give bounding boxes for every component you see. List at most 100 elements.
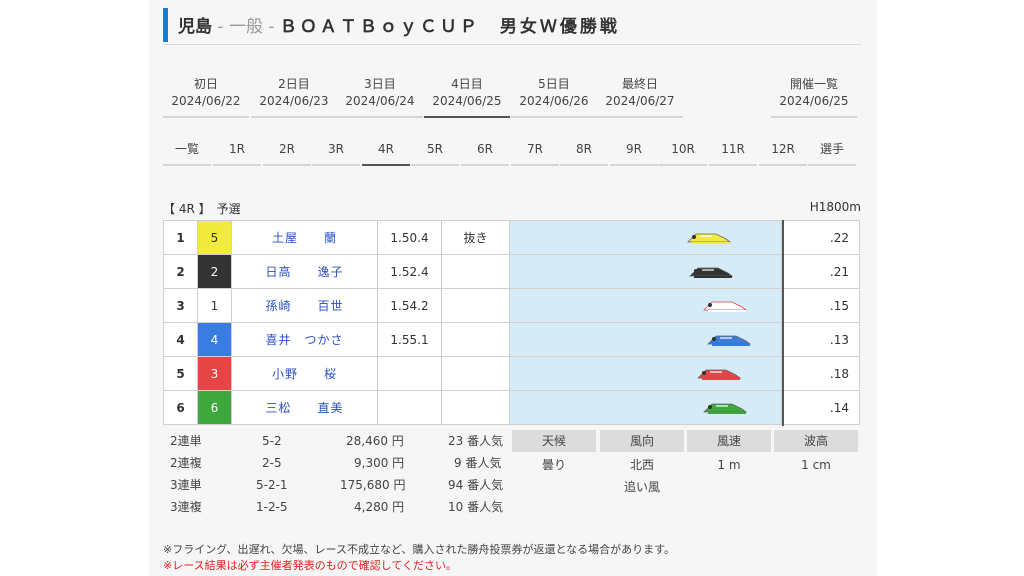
result-table: 1 5 土屋 蘭 1.50.4 抜き .22 2 2 日高 逸子 1.52.4.21 3 1 孫崎 百世…: [163, 220, 860, 425]
day-tab-2[interactable]: 2日目 2024/06/23: [251, 76, 337, 118]
finish-line: [782, 220, 784, 426]
finish-position: 6: [163, 390, 198, 425]
day-tab-date: 2024/06/25: [779, 94, 849, 108]
race-tab-9r[interactable]: 9R: [610, 136, 658, 166]
racer-name-link[interactable]: 日高 逸子: [231, 254, 378, 289]
race-tab-racers[interactable]: 選手: [808, 136, 856, 166]
day-tab-label: 最終日: [621, 77, 658, 91]
odds-popularity: 10 番人気: [448, 500, 504, 514]
race-tab-7r[interactable]: 7R: [511, 136, 559, 166]
odds-combo: 5-2: [262, 434, 282, 448]
race-time: 1.50.4: [377, 220, 442, 255]
racer-name-link[interactable]: 三松 直美: [231, 390, 378, 425]
race-header: 【 4R 】 予選 H1800m: [163, 200, 861, 216]
day-tab-label: 開催一覧: [789, 77, 838, 91]
race-tab-2r[interactable]: 2R: [263, 136, 311, 166]
race-track-lane: [509, 390, 782, 425]
title-separator: -: [212, 17, 229, 37]
race-time: 1.55.1: [377, 322, 442, 357]
result-row: 2 2 日高 逸子 1.52.4.21: [163, 254, 860, 289]
odds-popularity: 94 番人気: [448, 478, 504, 492]
wave-height-value: 1 cm: [801, 458, 831, 472]
race-tab-5r[interactable]: 5R: [411, 136, 459, 166]
day-tab-date: 2024/06/24: [345, 94, 415, 108]
winning-technique: [441, 322, 510, 357]
wind-direction-header: 風向: [600, 430, 684, 452]
winning-technique: [441, 356, 510, 391]
grade-label: 一般: [228, 17, 263, 37]
race-tab-8r[interactable]: 8R: [560, 136, 608, 166]
race-number-label: 【 4R 】 予選: [163, 202, 241, 216]
day-tab-label: 5日目: [538, 77, 570, 91]
day-tab-date: 2024/06/23: [259, 94, 329, 108]
start-timing: .21: [781, 254, 860, 289]
day-tab-date: 2024/06/22: [171, 94, 241, 108]
odds-payout: 9,300 円: [354, 456, 405, 470]
odds-combo: 1-2-5: [256, 500, 288, 514]
start-timing: .15: [781, 288, 860, 323]
race-track-lane: [509, 322, 782, 357]
race-tab-12r[interactable]: 12R: [759, 136, 807, 166]
title-accent-bar: [163, 8, 168, 42]
race-time: [377, 390, 442, 425]
refund-note: ※フライング、出遅れ、欠場、レース不成立など、購入された勝舟投票券が返還となる場…: [163, 543, 676, 556]
finish-position: 2: [163, 254, 198, 289]
racer-name-link[interactable]: 孫崎 百世: [231, 288, 378, 323]
boat-icon: [707, 335, 752, 346]
schedule-list-tab[interactable]: 開催一覧 2024/06/25: [771, 76, 857, 118]
day-tab-4-active[interactable]: 4日目 2024/06/25: [424, 76, 510, 118]
boat-number: 3: [197, 356, 232, 391]
race-tab-11r[interactable]: 11R: [709, 136, 757, 166]
race-track-lane: [509, 288, 782, 323]
race-tab-list[interactable]: 一覧: [163, 136, 211, 166]
notes: ※フライング、出遅れ、欠場、レース不成立など、購入された勝舟投票券が返還となる場…: [163, 542, 675, 574]
result-row: 1 5 土屋 蘭 1.50.4 抜き .22: [163, 220, 860, 255]
finish-position: 3: [163, 288, 198, 323]
racer-name-link[interactable]: 小野 桜: [231, 356, 378, 391]
finish-position: 4: [163, 322, 198, 357]
racer-name-link[interactable]: 土屋 蘭: [231, 220, 378, 255]
day-tab-final[interactable]: 最終日 2024/06/27: [597, 76, 683, 118]
day-tab-label: 3日目: [364, 77, 396, 91]
race-tab-3r[interactable]: 3R: [312, 136, 360, 166]
day-tab-5[interactable]: 5日目 2024/06/26: [511, 76, 597, 118]
boat-icon: [703, 403, 748, 414]
race-distance: H1800m: [809, 200, 861, 214]
day-tab-date: 2024/06/25: [432, 94, 502, 108]
boat-number: 6: [197, 390, 232, 425]
weather-value: 曇り: [541, 458, 566, 472]
day-tab-1[interactable]: 初日 2024/06/22: [163, 76, 249, 118]
day-tab-date: 2024/06/27: [605, 94, 675, 108]
odds-type: 2連複: [170, 456, 202, 470]
odds-popularity: 23 番人気: [448, 434, 504, 448]
finish-position: 1: [163, 220, 198, 255]
boat-icon: [687, 233, 732, 244]
venue-name: 児島: [178, 17, 212, 37]
odds-payout: 4,280 円: [354, 500, 405, 514]
winning-technique: 抜き: [441, 220, 510, 255]
race-time: [377, 356, 442, 391]
day-tab-3[interactable]: 3日目 2024/06/24: [337, 76, 423, 118]
finish-position: 5: [163, 356, 198, 391]
boat-number: 4: [197, 322, 232, 357]
odds-type: 2連単: [170, 434, 202, 448]
result-row: 5 3 小野 桜 .18: [163, 356, 860, 391]
racer-name-link[interactable]: 喜井 つかさ: [231, 322, 378, 357]
wind-description: 追い風: [623, 480, 660, 494]
day-tabs: 初日 2024/06/22 2日目 2024/06/23 3日目 2024/06/24…: [163, 76, 861, 120]
start-timing: .13: [781, 322, 860, 357]
boat-icon: [689, 267, 734, 278]
race-tab-6r[interactable]: 6R: [461, 136, 509, 166]
odds-row: 2連単 5-2 28,460 円 23 番人気: [170, 430, 510, 452]
race-tab-10r[interactable]: 10R: [659, 136, 707, 166]
start-timing: .22: [781, 220, 860, 255]
race-tab-4r-active[interactable]: 4R: [362, 136, 410, 166]
odds-row: 3連複 1-2-5 4,280 円 10 番人気: [170, 496, 510, 518]
day-tab-label: 4日目: [451, 77, 483, 91]
boat-number: 1: [197, 288, 232, 323]
race-time: 1.52.4: [377, 254, 442, 289]
day-tab-label: 2日目: [278, 77, 310, 91]
boat-number: 5: [197, 220, 232, 255]
race-tab-1r[interactable]: 1R: [213, 136, 261, 166]
start-timing: .18: [781, 356, 860, 391]
